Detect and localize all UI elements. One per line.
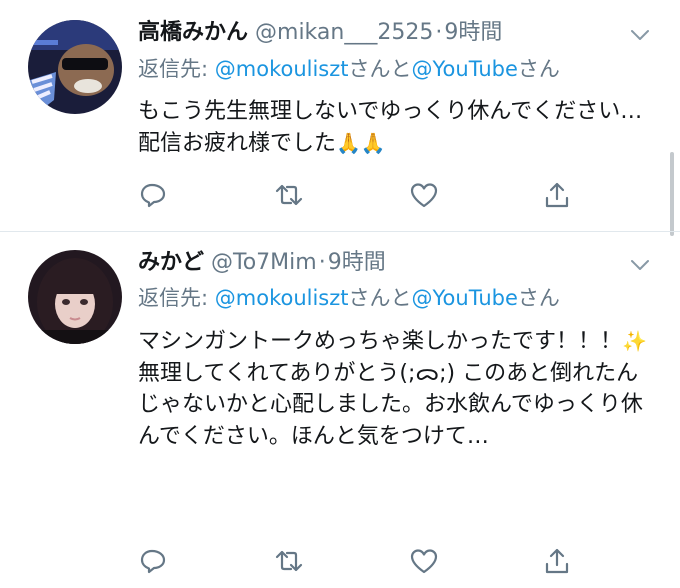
mention-link[interactable]: @mokouliszt [215, 57, 349, 81]
timestamp[interactable]: 9時間 [444, 20, 502, 45]
reply-suffix: さん [517, 57, 560, 81]
tweet[interactable]: 高橋みかん @mikan___2525·9時間 返信先: @mokouliszt… [0, 0, 680, 232]
tweet-text-main: もこう先生無理しないでゆっくり休んでください…配信お疲れ様でした [138, 99, 643, 156]
tweet-actions [138, 180, 578, 210]
reply-icon[interactable] [138, 180, 168, 210]
chevron-down-icon[interactable] [630, 258, 650, 272]
timestamp[interactable]: 9時間 [328, 250, 386, 275]
separator: · [318, 250, 326, 275]
reply-context: 返信先: @mokoulisztさんと@YouTubeさん [138, 283, 560, 313]
tweet-header: みかど @To7Mim·9時間 [138, 248, 386, 278]
tweet-text-line1: マシンガントークめっちゃ楽しかったです！！！ [138, 329, 623, 354]
pray-emoji: 🙏🙏 [336, 130, 386, 155]
share-icon[interactable] [542, 180, 572, 210]
reply-icon[interactable] [138, 546, 168, 576]
user-handle[interactable]: @To7Mim [211, 250, 317, 275]
tweet-header: 高橋みかん @mikan___2525·9時間 [138, 18, 502, 48]
tweet-text-rest: 無理してくれてありがとう(;ᯅ;) このあと倒れたんじゃないかと心配しました。お… [138, 360, 643, 449]
reply-connector: さんと [348, 57, 412, 81]
reply-context: 返信先: @mokoulisztさんと@YouTubeさん [138, 54, 560, 84]
tweet-text: マシンガントークめっちゃ楽しかったです！！！✨ 無理してくれてありがとう(;ᯅ;)… [138, 326, 650, 452]
tweet-text: もこう先生無理しないでゆっくり休んでください…配信お疲れ様でした🙏🙏 [138, 96, 650, 159]
mention-link[interactable]: @mokouliszt [215, 286, 349, 310]
avatar[interactable] [28, 250, 122, 344]
mention-link[interactable]: @YouTube [412, 286, 518, 310]
user-handle[interactable]: @mikan___2525 [255, 20, 433, 45]
chevron-down-icon[interactable] [630, 28, 650, 42]
tweet[interactable]: みかど @To7Mim·9時間 返信先: @mokoulisztさんと@YouT… [0, 232, 680, 588]
heart-icon[interactable] [409, 180, 439, 210]
share-icon[interactable] [542, 546, 572, 576]
reply-suffix: さん [517, 286, 560, 310]
display-name[interactable]: みかど [138, 250, 204, 275]
sparkles-emoji: ✨ [622, 329, 647, 353]
heart-icon[interactable] [409, 546, 439, 576]
reply-connector: さんと [348, 286, 412, 310]
avatar[interactable] [28, 20, 122, 114]
display-name[interactable]: 高橋みかん [138, 20, 248, 45]
separator: · [435, 20, 443, 45]
retweet-icon[interactable] [274, 180, 304, 210]
reply-prefix: 返信先: [138, 286, 215, 310]
mention-link[interactable]: @YouTube [412, 57, 518, 81]
retweet-icon[interactable] [274, 546, 304, 576]
reply-prefix: 返信先: [138, 57, 215, 81]
tweet-actions [138, 546, 578, 576]
